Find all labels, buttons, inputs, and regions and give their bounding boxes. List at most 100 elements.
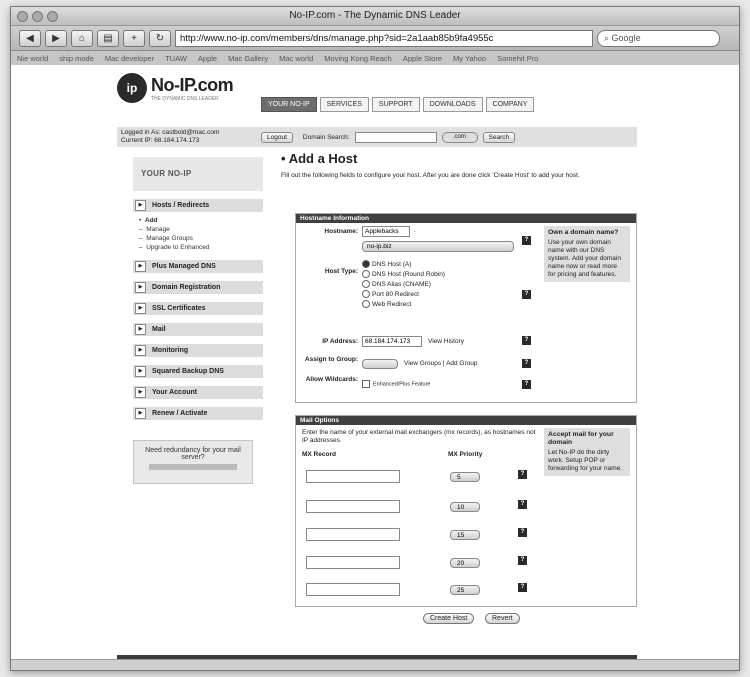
mx-priority-select[interactable]: 15 <box>450 530 480 540</box>
submenu-manage-groups[interactable]: – Manage Groups <box>139 234 263 243</box>
account-bar: Logged in As: castbold@mac.com Current I… <box>117 127 637 147</box>
help-icon[interactable]: ? <box>522 290 531 299</box>
submenu-add[interactable]: • Add <box>139 216 263 225</box>
browser-toolbar: ◀ ▶ ⌂ ▤ + ↻ http://www.no-ip.com/members… <box>11 26 739 51</box>
mx-record-input[interactable] <box>306 556 400 569</box>
arrow-icon: ▶ <box>135 282 146 293</box>
mx-priority-select[interactable]: 10 <box>450 502 480 512</box>
tab-support[interactable]: SUPPORT <box>371 97 420 112</box>
wildcards-checkbox[interactable] <box>362 380 370 388</box>
tab-services[interactable]: SERVICES <box>319 97 369 112</box>
sidebar-item-ssl-certificates[interactable]: ▶ SSL Certificates <box>133 302 263 315</box>
title-bar: No-IP.com - The Dynamic DNS Leader <box>11 7 739 26</box>
mx-priority-select[interactable]: 5 <box>450 472 480 482</box>
bookmark-item[interactable]: Mac developer <box>105 54 154 63</box>
group-links: View Groups | Add Group <box>404 360 478 367</box>
minimize-window-button[interactable] <box>32 11 43 22</box>
help-icon[interactable]: ? <box>518 500 527 509</box>
sidebar-item-label: Your Account <box>152 389 198 396</box>
sidebar-item-monitoring[interactable]: ▶ Monitoring <box>133 344 263 357</box>
address-bar[interactable]: http://www.no-ip.com/members/dns/manage.… <box>175 29 593 47</box>
help-icon[interactable]: ? <box>518 470 527 479</box>
bookmark-item[interactable]: My Yahoo <box>453 54 486 63</box>
domain-select[interactable]: no-ip.biz <box>362 241 514 252</box>
host-type-label: Host Type: <box>324 268 358 275</box>
reload-icon[interactable]: ↻ <box>149 29 171 47</box>
site-logo[interactable]: ip No-IP.com THE DYNAMIC DNS LEADER <box>117 73 234 103</box>
help-icon[interactable]: ? <box>518 583 527 592</box>
promo-box[interactable]: Need redundancy for your mail server? <box>133 440 253 484</box>
mx-record-input[interactable] <box>306 528 400 541</box>
help-icon[interactable]: ? <box>522 380 531 389</box>
search-field[interactable]: ⌕ Google <box>597 29 720 47</box>
mx-priority-select[interactable]: 20 <box>450 558 480 568</box>
help-icon[interactable]: ? <box>518 556 527 565</box>
sidebar-item-squared-backup-dns[interactable]: ▶ Squared Backup DNS <box>133 365 263 378</box>
group-select[interactable] <box>362 359 398 369</box>
tab-downloads[interactable]: DOWNLOADS <box>422 97 483 112</box>
main-nav: YOUR NO-IP SERVICES SUPPORT DOWNLOADS CO… <box>261 97 535 112</box>
domain-search-input[interactable] <box>354 131 437 143</box>
bookmark-item[interactable]: Apple <box>198 54 217 63</box>
arrow-icon: ▶ <box>135 324 146 335</box>
sidebar-item-label: SSL Certificates <box>152 305 206 312</box>
tab-company[interactable]: COMPANY <box>485 97 535 112</box>
ip-logo-icon: ip <box>117 73 147 103</box>
sidebar-item-plus-managed-dns[interactable]: ▶ Plus Managed DNS <box>133 260 263 273</box>
promo-button[interactable] <box>149 464 237 470</box>
hostname-input[interactable]: Applebacks <box>362 226 410 237</box>
add-group-link[interactable]: Add Group <box>446 360 477 367</box>
bookmark-item[interactable]: ship mode <box>59 54 94 63</box>
submenu-upgrade[interactable]: – Upgrade to Enhanced <box>139 243 263 252</box>
back-icon[interactable]: ◀ <box>19 29 41 47</box>
view-history-link[interactable]: View History <box>428 338 464 345</box>
host-type-option-cname[interactable]: DNS Alias (CNAME) <box>362 280 445 290</box>
window-title: No-IP.com - The Dynamic DNS Leader <box>289 10 461 21</box>
domain-search-button[interactable]: Search <box>482 131 516 143</box>
domain-extension-select[interactable]: .com <box>441 131 478 143</box>
sidebar-item-label: Hosts / Redirects <box>152 202 210 209</box>
sidebar-item-your-account[interactable]: ▶ Your Account <box>133 386 263 399</box>
add-bookmark-icon[interactable]: + <box>123 29 145 47</box>
mail-panel-header: Mail Options <box>296 416 636 425</box>
tab-your-noip[interactable]: YOUR NO-IP <box>261 97 317 112</box>
view-groups-link[interactable]: View Groups <box>404 360 441 367</box>
sidebar-item-renew-activate[interactable]: ▶ Renew / Activate <box>133 407 263 420</box>
host-type-option-port80[interactable]: Port 80 Redirect <box>362 290 445 300</box>
site-header: ip No-IP.com THE DYNAMIC DNS LEADER YOUR… <box>117 65 637 127</box>
sidebar-item-domain-registration[interactable]: ▶ Domain Registration <box>133 281 263 294</box>
mx-record-input[interactable] <box>306 500 400 513</box>
home-icon[interactable]: ⌂ <box>71 29 93 47</box>
host-type-option-round-robin[interactable]: DNS Host (Round Robin) <box>362 270 445 280</box>
host-type-option-a[interactable]: DNS Host (A) <box>362 260 445 270</box>
bookmark-item[interactable]: Moving Kong Reach <box>324 54 392 63</box>
bookmarks-icon[interactable]: ▤ <box>97 29 119 47</box>
ip-address-input[interactable]: 68.184.174.173 <box>362 336 422 347</box>
zoom-window-button[interactable] <box>47 11 58 22</box>
help-icon[interactable]: ? <box>522 336 531 345</box>
mail-options-panel: Mail Options Enter the name of your exte… <box>295 415 637 607</box>
bookmark-item[interactable]: Mac world <box>279 54 313 63</box>
bookmark-item[interactable]: Mac Gallery <box>228 54 268 63</box>
submenu-manage[interactable]: – Manage <box>139 225 263 234</box>
help-icon[interactable]: ? <box>518 528 527 537</box>
mx-record-input[interactable] <box>306 470 400 483</box>
revert-button[interactable]: Revert <box>485 613 520 624</box>
create-host-button[interactable]: Create Host <box>423 613 475 624</box>
close-window-button[interactable] <box>17 11 28 22</box>
mx-record-input[interactable] <box>306 583 400 596</box>
host-type-option-web-redirect[interactable]: Web Redirect <box>362 300 445 310</box>
own-domain-box: Own a domain name? Use your own domain n… <box>544 226 630 282</box>
bookmark-item[interactable]: Nie world <box>17 54 48 63</box>
mx-priority-select[interactable]: 25 <box>450 585 480 595</box>
bookmark-item[interactable]: Somehit Pro <box>497 54 538 63</box>
help-icon[interactable]: ? <box>522 359 531 368</box>
bookmark-item[interactable]: TUAW <box>165 54 187 63</box>
sidebar-item-hosts[interactable]: ▶ Hosts / Redirects <box>133 199 263 212</box>
bookmark-item[interactable]: Apple Store <box>403 54 442 63</box>
sidebar-heading: YOUR NO-IP <box>133 157 263 191</box>
forward-icon[interactable]: ▶ <box>45 29 67 47</box>
logout-button[interactable]: Logout <box>261 131 293 143</box>
help-icon[interactable]: ? <box>522 236 531 245</box>
sidebar-item-mail[interactable]: ▶ Mail <box>133 323 263 336</box>
